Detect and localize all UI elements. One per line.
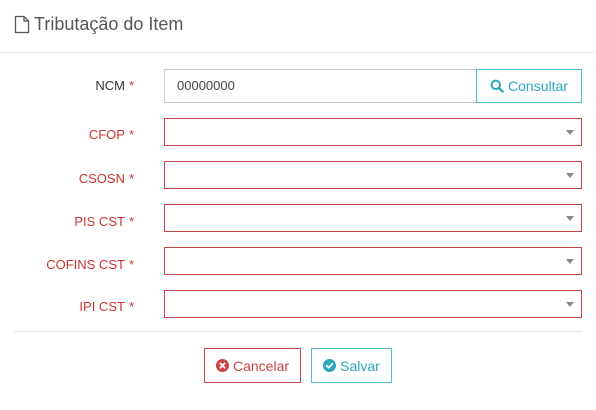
cancel-button[interactable]: Cancelar [204,348,301,383]
cfop-select[interactable] [164,118,582,146]
caret-down-icon [566,216,574,221]
caret-down-icon [566,130,574,135]
cofins-cst-label-text: COFINS CST [46,257,125,272]
ncm-label: NCM * [95,78,134,94]
required-marker: * [128,299,134,314]
ipi-cst-label-text: IPI CST [79,299,125,314]
search-icon [490,79,504,93]
ipi-cst-select[interactable] [164,290,582,318]
ncm-label-text: NCM [95,78,125,93]
caret-down-icon [566,173,574,178]
required-marker: * [128,171,134,186]
modal-title: Tributação do Item [34,14,184,34]
check-circle-icon [323,359,337,372]
consult-button[interactable]: Consultar [476,69,582,103]
cofins-cst-select[interactable] [164,247,582,275]
footer-divider [14,331,582,332]
caret-down-icon [566,302,574,307]
cofins-cst-label: COFINS CST * [46,257,134,273]
cfop-label: CFOP * [89,127,134,143]
consult-button-label: Consultar [508,78,568,94]
csosn-label: CSOSN * [79,171,134,187]
cfop-label-text: CFOP [88,127,125,142]
cancel-button-label: Cancelar [232,357,290,374]
required-marker: * [128,257,134,272]
csosn-label-text: CSOSN [78,171,125,186]
required-marker: * [128,214,134,229]
csosn-select[interactable] [164,161,582,189]
pis-cst-label: PIS CST * [74,214,134,230]
pis-cst-select[interactable] [164,204,582,232]
save-button[interactable]: Salvar [311,348,392,383]
save-button-label: Salvar [340,357,380,374]
ncm-input[interactable]: 00000000 [164,69,476,103]
caret-down-icon [566,259,574,264]
ipi-cst-label: IPI CST * [79,299,134,315]
modal-header: Tributação do Item [0,0,596,53]
required-marker: * [128,127,134,142]
times-circle-icon [215,359,229,372]
required-marker: * [128,78,134,93]
pis-cst-label-text: PIS CST [74,214,125,229]
file-icon [14,15,30,34]
